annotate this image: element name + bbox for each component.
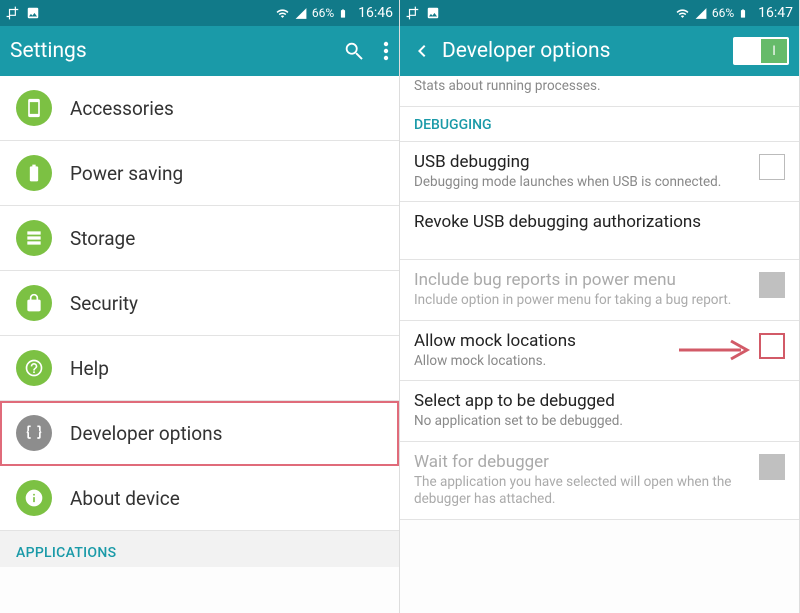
checkbox[interactable] <box>759 154 785 180</box>
dev-item-title: Select app to be debugged <box>414 391 785 411</box>
settings-item-storage[interactable]: Storage <box>0 206 399 271</box>
dev-item-sub: No application set to be debugged. <box>414 413 785 431</box>
crop-icon <box>6 6 20 20</box>
search-icon[interactable] <box>343 40 365 62</box>
developer-list: Stats about running processes. DEBUGGING… <box>400 76 799 613</box>
dev-item-title: Revoke USB debugging authorizations <box>414 212 785 232</box>
status-time: 16:47 <box>758 5 793 21</box>
signal-icon <box>694 7 708 20</box>
settings-item-label: Power saving <box>70 162 183 185</box>
lock-icon <box>16 285 52 321</box>
image-icon <box>26 6 40 20</box>
developer-appbar: Developer options I <box>400 26 799 76</box>
dev-item-bug-reports: Include bug reports in power menu Includ… <box>400 260 799 321</box>
section-header-applications: APPLICATIONS <box>0 531 399 567</box>
dev-item-sub: Include option in power menu for taking … <box>414 292 751 310</box>
settings-item-label: Developer options <box>70 422 222 445</box>
settings-item-security[interactable]: Security <box>0 271 399 336</box>
dev-item-title: Wait for debugger <box>414 452 751 472</box>
crop-icon <box>406 6 420 20</box>
dev-item-title: USB debugging <box>414 152 751 172</box>
settings-item-label: About device <box>70 487 180 510</box>
checkbox <box>759 272 785 298</box>
settings-list: Accessories Power saving Storage Securit… <box>0 76 399 613</box>
settings-item-label: Help <box>70 357 109 380</box>
settings-item-label: Security <box>70 292 138 315</box>
status-bar-left: 66% 16:46 <box>0 0 399 26</box>
chevron-left-icon <box>410 39 434 63</box>
dev-item-revoke-usb[interactable]: Revoke USB debugging authorizations <box>400 202 799 260</box>
section-header-debugging: DEBUGGING <box>400 107 799 142</box>
settings-item-label: Accessories <box>70 97 174 120</box>
wifi-icon <box>675 7 690 20</box>
accessories-icon <box>16 90 52 126</box>
battery-icon <box>16 155 52 191</box>
storage-icon <box>16 220 52 256</box>
dev-item-sub: The application you have selected will o… <box>414 474 751 509</box>
dev-item-wait-debugger: Wait for debugger The application you ha… <box>400 442 799 520</box>
status-time: 16:46 <box>358 5 393 21</box>
dev-item-sub: Stats about running processes. <box>414 78 785 96</box>
settings-item-accessories[interactable]: Accessories <box>0 76 399 141</box>
settings-appbar: Settings <box>0 26 399 76</box>
dev-item-select-app[interactable]: Select app to be debugged No application… <box>400 381 799 442</box>
dev-item-process-stats[interactable]: Stats about running processes. <box>400 76 799 107</box>
master-toggle[interactable]: I <box>733 37 789 65</box>
help-icon <box>16 350 52 386</box>
status-bar-right: 66% 16:47 <box>400 0 799 26</box>
settings-item-label: Storage <box>70 227 135 250</box>
image-icon <box>426 6 440 20</box>
toggle-on-indicator: I <box>761 39 787 63</box>
dev-item-sub: Debugging mode launches when USB is conn… <box>414 174 751 192</box>
page-title: Settings <box>10 39 335 63</box>
checkbox[interactable] <box>759 333 785 359</box>
settings-screen: 66% 16:46 Settings Accessories Power sav… <box>0 0 400 613</box>
page-title: Developer options <box>442 39 725 63</box>
back-button[interactable] <box>410 39 434 63</box>
settings-item-power-saving[interactable]: Power saving <box>0 141 399 206</box>
info-icon <box>16 480 52 516</box>
braces-icon <box>16 415 52 451</box>
dev-item-usb-debugging[interactable]: USB debugging Debugging mode launches wh… <box>400 142 799 203</box>
settings-item-about-device[interactable]: About device <box>0 466 399 531</box>
dev-item-title: Include bug reports in power menu <box>414 270 751 290</box>
battery-icon <box>738 6 748 21</box>
developer-options-screen: 66% 16:47 Developer options I Stats abou… <box>400 0 800 613</box>
settings-item-help[interactable]: Help <box>0 336 399 401</box>
checkbox <box>759 454 785 480</box>
wifi-icon <box>275 7 290 20</box>
battery-pct: 66% <box>312 6 334 20</box>
signal-icon <box>294 7 308 20</box>
battery-pct: 66% <box>712 6 734 20</box>
arrow-right-icon <box>677 338 755 362</box>
battery-icon <box>338 6 348 21</box>
settings-item-developer-options[interactable]: Developer options <box>0 401 399 466</box>
dev-item-allow-mock-locations[interactable]: Allow mock locations Allow mock location… <box>400 321 799 382</box>
more-icon[interactable] <box>383 41 389 61</box>
